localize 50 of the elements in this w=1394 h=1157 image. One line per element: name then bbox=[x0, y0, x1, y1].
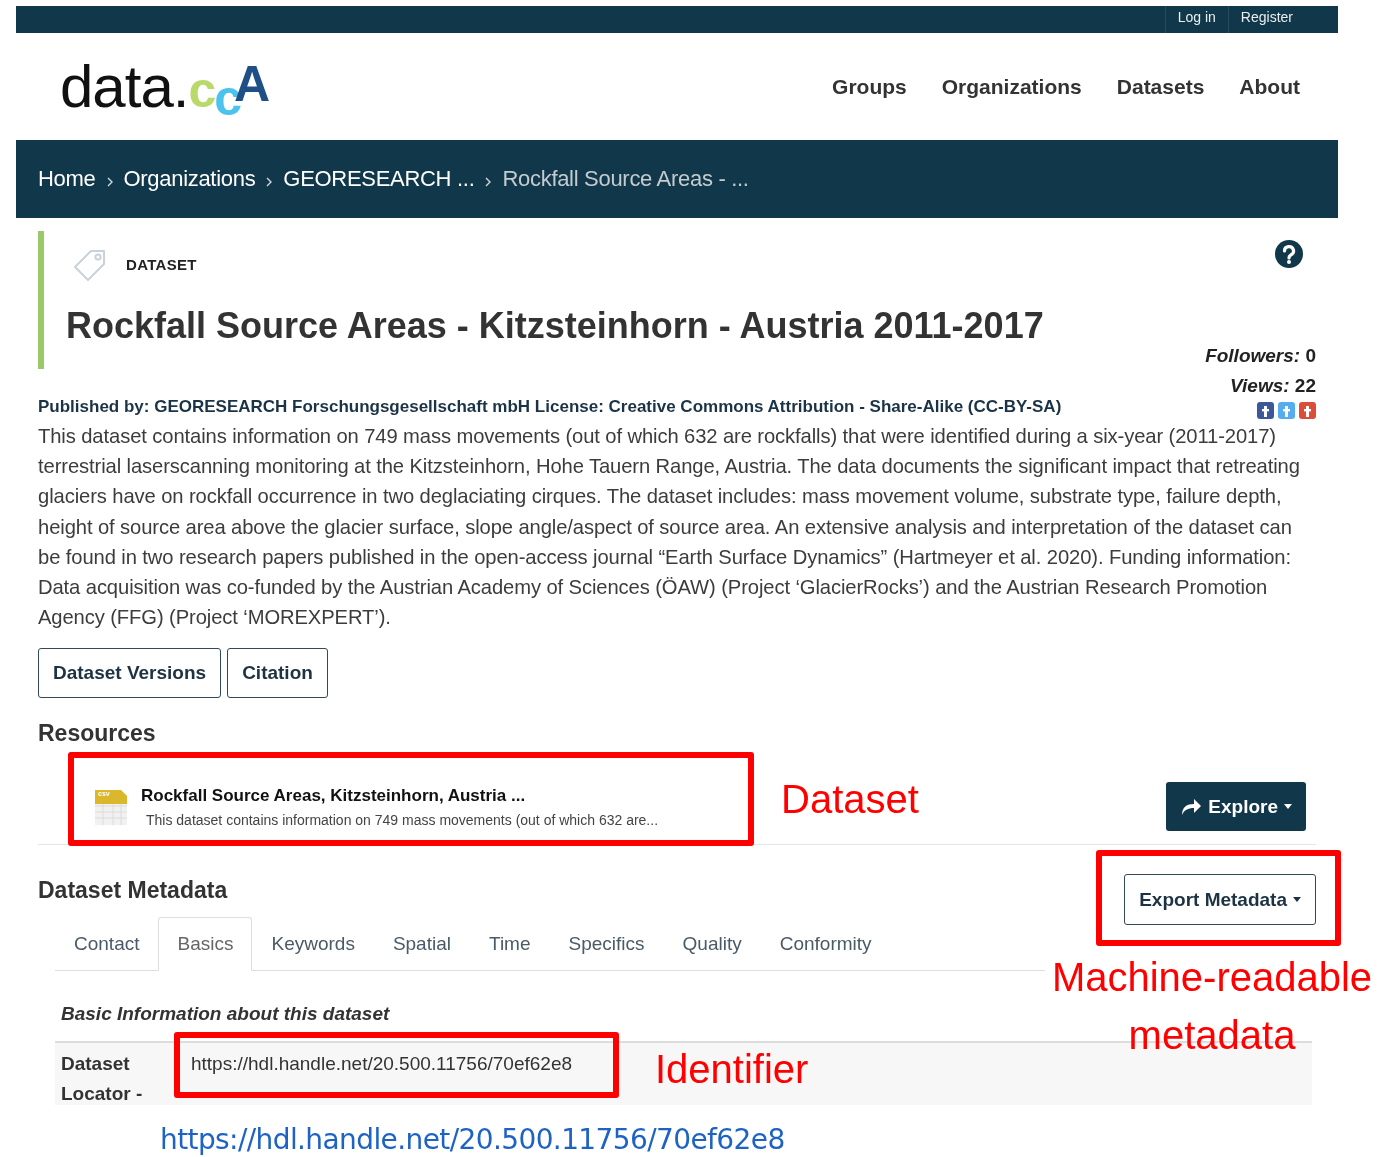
metadata-tab[interactable]: Quality bbox=[663, 917, 761, 971]
metadata-tab[interactable]: Keywords bbox=[252, 917, 374, 971]
export-metadata-button[interactable]: Export Metadata bbox=[1124, 874, 1316, 926]
stat-text: Followers: 0 bbox=[1204, 344, 1316, 368]
field-label: Dataset Locator - bbox=[61, 1052, 144, 1107]
section-title: Basic Information about this dataset bbox=[61, 1002, 391, 1027]
social-share-icon[interactable] bbox=[1257, 402, 1274, 419]
share-arrow-icon bbox=[1180, 797, 1203, 816]
caret-icon bbox=[1293, 897, 1301, 903]
annotation-label: Machine-readable metadata bbox=[1050, 954, 1374, 1059]
metadata-tab[interactable]: Basics bbox=[158, 917, 253, 972]
identifier-link[interactable]: https://hdl.handle.net/20.500.11756/70ef62e8 bbox=[160, 1124, 785, 1156]
publisher-license-text: Published by: GEORESEARCH Forschungsgesellschaft mbH License: Creative Commons Attribution - Share-Alike (CC-BY-SA) bbox=[38, 396, 1062, 418]
metadata-tab[interactable]: Conformity bbox=[760, 917, 891, 971]
explore-button[interactable]: Explore bbox=[1166, 782, 1306, 832]
annotation-label: Dataset bbox=[781, 776, 919, 823]
social-share-icon[interactable] bbox=[1299, 402, 1316, 419]
metadata-tab[interactable]: Spatial bbox=[373, 917, 470, 971]
nav-link[interactable]: Groups bbox=[832, 74, 907, 99]
chevron-icon bbox=[105, 177, 114, 187]
site-logo[interactable]: data.ccA bbox=[60, 52, 271, 121]
outline-button[interactable]: Citation bbox=[227, 648, 328, 699]
chevron-icon bbox=[265, 177, 274, 187]
breadcrumb-link[interactable]: GEORESEARCH ... bbox=[283, 166, 475, 192]
stat-text: Views: 22 bbox=[1229, 374, 1316, 398]
outline-button[interactable]: Dataset Versions bbox=[38, 648, 222, 699]
dataset-type-label: DATASET bbox=[126, 255, 197, 273]
breadcrumb-link[interactable]: Organizations bbox=[123, 166, 256, 192]
resource-description: This dataset contains information on 749 mass movements (out of which 632 are... bbox=[146, 811, 659, 828]
caret-icon bbox=[1284, 804, 1292, 810]
help-icon[interactable] bbox=[1275, 240, 1303, 268]
metadata-tab[interactable]: Specifics bbox=[549, 917, 664, 971]
section-heading: Resources bbox=[38, 720, 157, 747]
nav-link[interactable]: Datasets bbox=[1116, 74, 1205, 99]
nav-link[interactable]: Organizations bbox=[941, 74, 1082, 99]
annotation-label: Identifier bbox=[655, 1046, 809, 1093]
breadcrumb-link[interactable]: Home bbox=[38, 166, 96, 192]
login-link[interactable]: Log in bbox=[1164, 6, 1228, 33]
chevron-icon bbox=[484, 177, 493, 187]
metadata-tab[interactable]: Contact bbox=[55, 917, 159, 971]
breadcrumb-link[interactable]: Rockfall Source Areas - ... bbox=[502, 166, 749, 192]
field-value: https://hdl.handle.net/20.500.11756/70ef62e8 bbox=[191, 1052, 573, 1077]
tag-icon bbox=[72, 247, 108, 281]
resource-link[interactable]: Rockfall Source Areas, Kitzsteinhorn, Austria ... bbox=[141, 785, 659, 806]
register-link[interactable]: Register bbox=[1227, 6, 1305, 33]
dataset-description: This dataset contains information on 749 mass movements (out of which 632 are rockfalls) that were identified during a six-year (2011-2017) terrestrial laserscanning monitoring at the Kitzsteinhorn, Hohe Tauern Range, Austria. The data documents the significant impact that retreating glaciers have on rockfall occurrence in two deglaciating cirques. The dataset includes: mass movement volume, substrate type, failure depth, height of source area above the glacier surface, slope angle/aspect of source area. An extensive analysis and interpretation of the dataset can be found in two research papers published in the open-access journal “Earth Surface Dynamics” (Hartmeyer et al. 2020). Funding information: Data acquisition was co-funded by the Austrian Academy of Sciences (ÖAW) (Project ‘GlacierRocks’) and the Austrian Research Promotion Agency (FFG) (Project ‘MOREXPERT’). bbox=[38, 424, 1301, 631]
dataset-title: Rockfall Source Areas - Kitzsteinhorn - Austria 2011-2017 bbox=[66, 305, 1045, 347]
nav-link[interactable]: About bbox=[1239, 74, 1300, 99]
metadata-tab[interactable]: Time bbox=[470, 917, 550, 971]
section-heading: Dataset Metadata bbox=[38, 876, 228, 905]
